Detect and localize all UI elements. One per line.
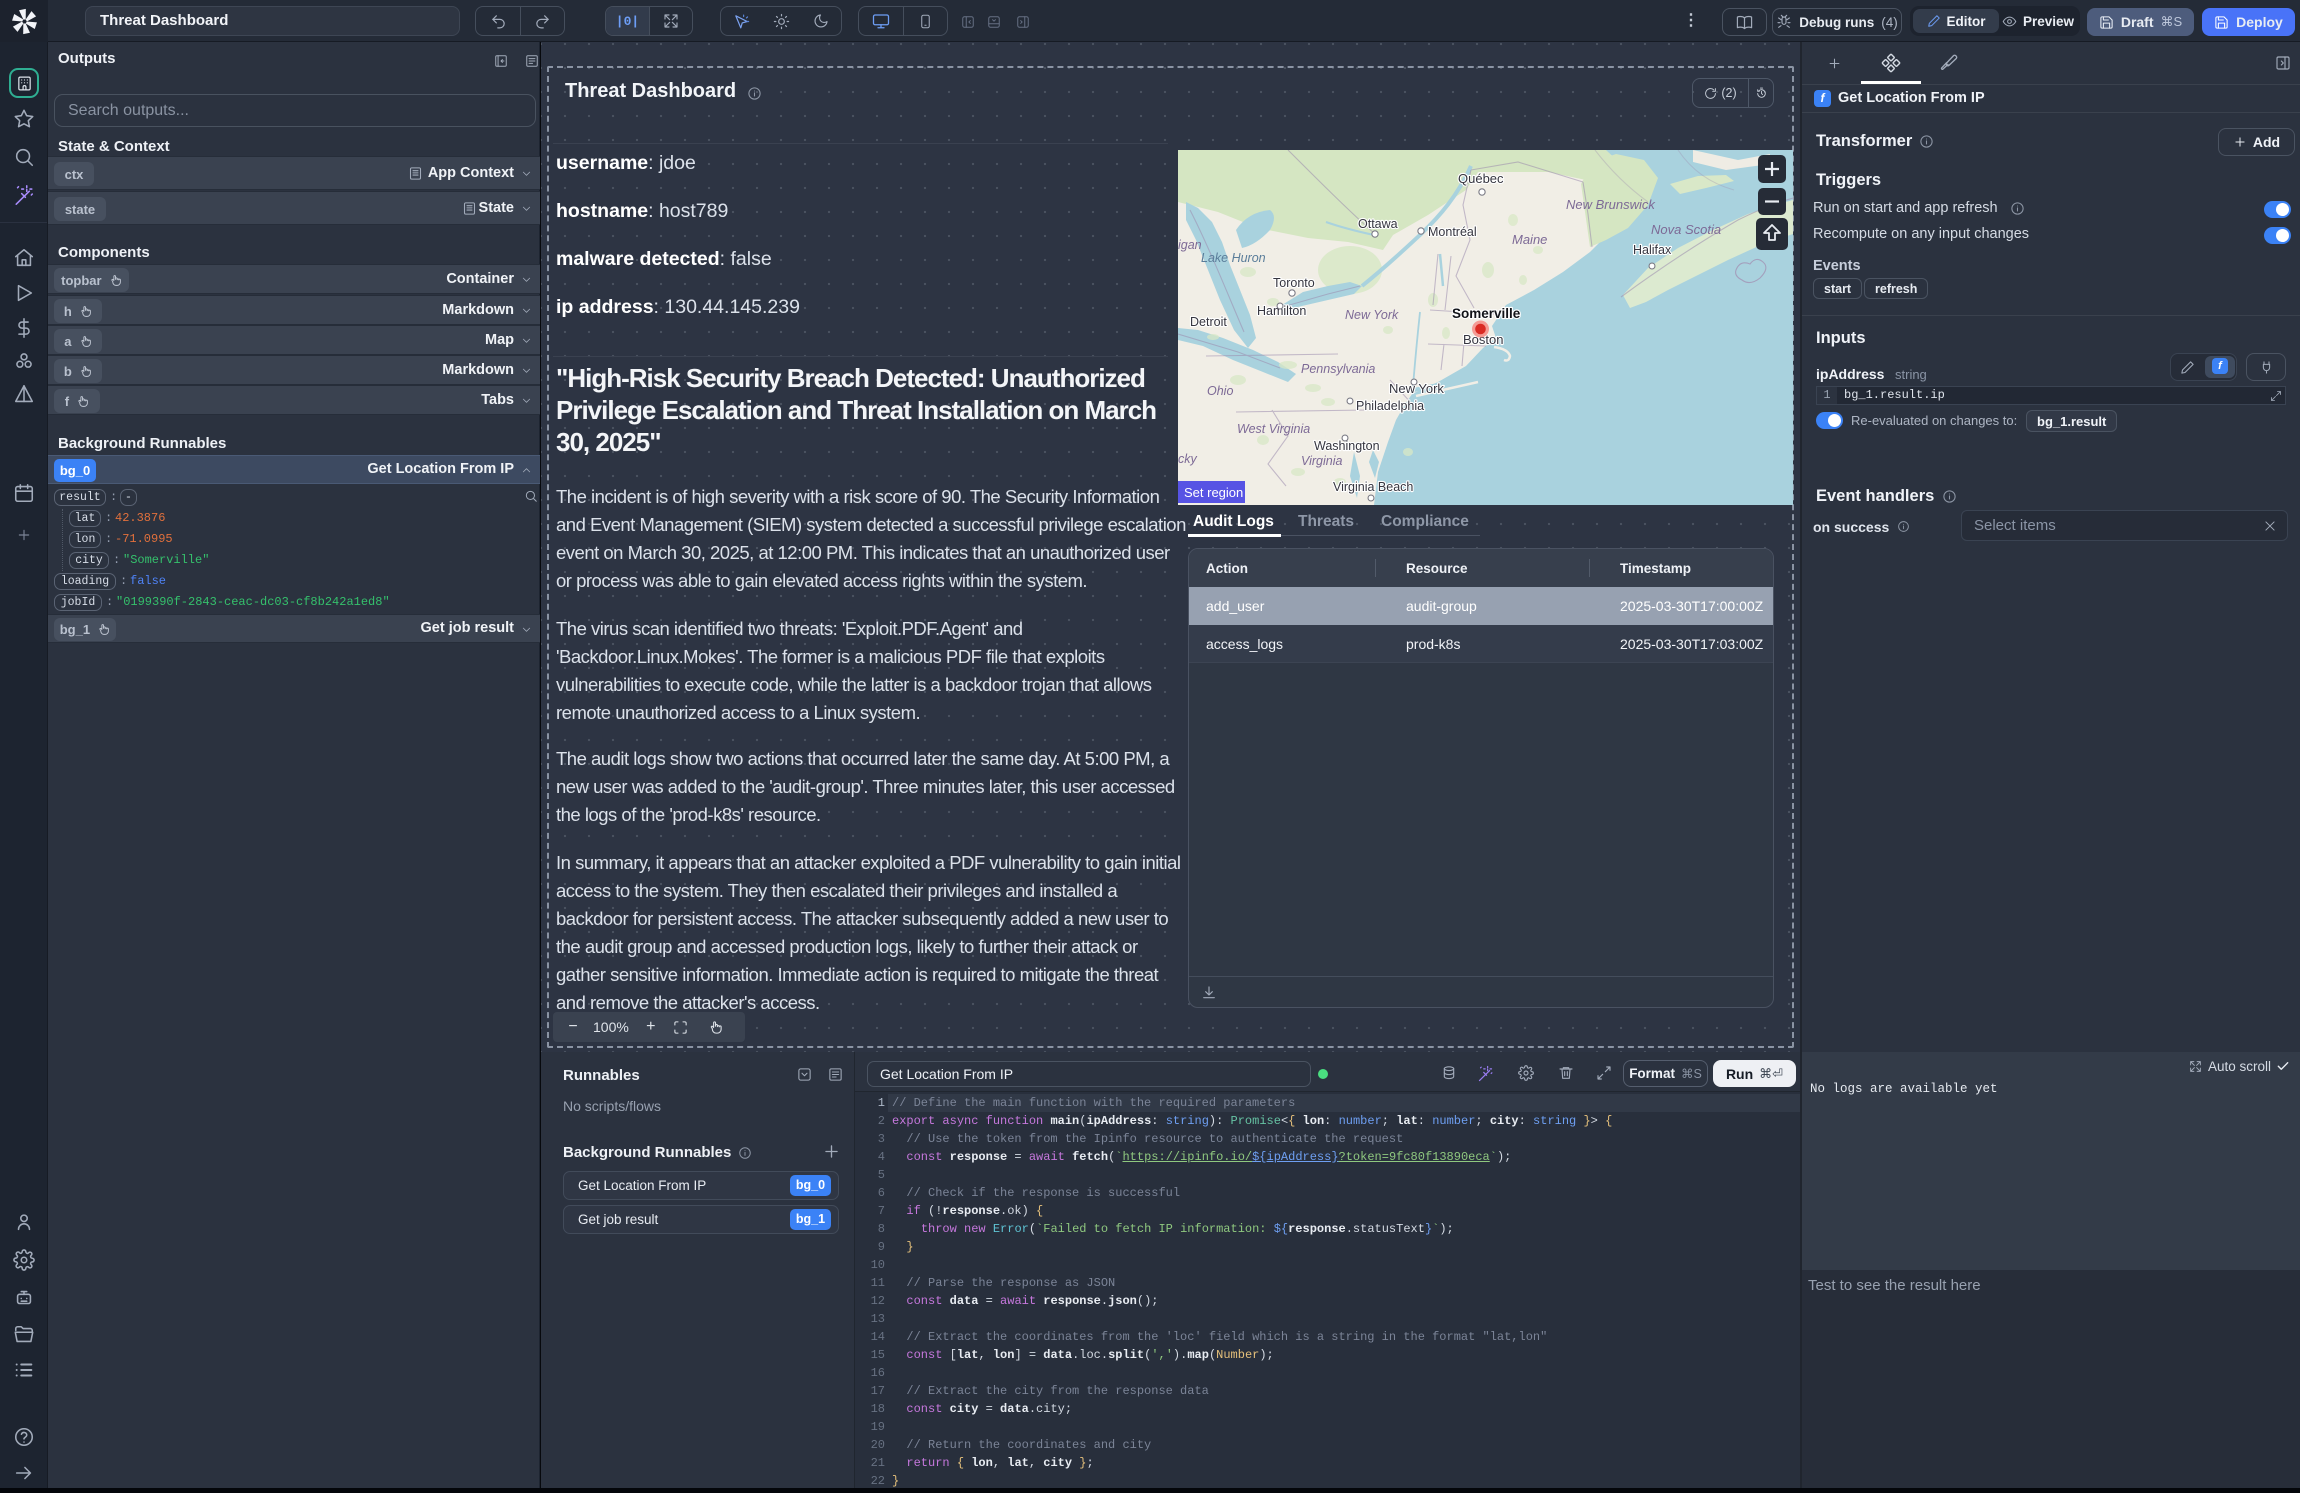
svg-text:Halifax: Halifax bbox=[1633, 243, 1672, 257]
svg-text:Pennsylvania: Pennsylvania bbox=[1301, 362, 1375, 376]
svg-text:Montréal: Montréal bbox=[1428, 225, 1477, 239]
svg-text:Maine: Maine bbox=[1512, 232, 1547, 247]
svg-text:Ottawa: Ottawa bbox=[1358, 217, 1398, 231]
svg-text:Somerville: Somerville bbox=[1452, 306, 1521, 321]
svg-text:Nova Scotia: Nova Scotia bbox=[1651, 222, 1721, 237]
svg-text:Philadelphia: Philadelphia bbox=[1356, 399, 1424, 413]
svg-text:Set region: Set region bbox=[1184, 485, 1243, 500]
svg-text:New York: New York bbox=[1345, 308, 1399, 322]
svg-text:West Virginia: West Virginia bbox=[1237, 422, 1310, 436]
svg-text:Toronto: Toronto bbox=[1273, 276, 1315, 290]
svg-text:New Brunswick: New Brunswick bbox=[1566, 197, 1656, 212]
svg-text:Lake Huron: Lake Huron bbox=[1201, 251, 1266, 265]
svg-text:Québec: Québec bbox=[1458, 171, 1504, 186]
svg-text:Virginia Beach: Virginia Beach bbox=[1333, 480, 1413, 494]
svg-text:cky: cky bbox=[1178, 452, 1198, 466]
svg-text:Virginia: Virginia bbox=[1301, 454, 1343, 468]
svg-text:igan: igan bbox=[1178, 238, 1202, 252]
svg-text:Ohio: Ohio bbox=[1207, 384, 1233, 398]
svg-text:Washington: Washington bbox=[1314, 439, 1380, 453]
svg-text:Detroit: Detroit bbox=[1190, 315, 1227, 329]
